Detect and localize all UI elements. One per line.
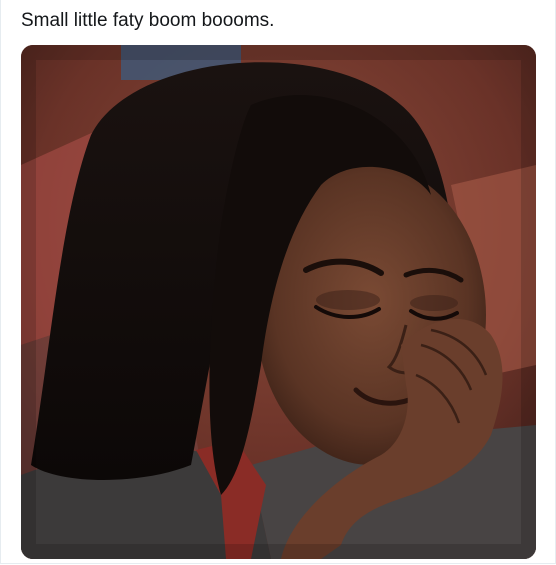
tweet-photo[interactable] [21, 45, 536, 559]
tweet-text: Small little faty boom boooms. [21, 10, 275, 31]
photo-image [21, 45, 536, 559]
tweet-card: Small little faty boom boooms. [0, 0, 556, 564]
